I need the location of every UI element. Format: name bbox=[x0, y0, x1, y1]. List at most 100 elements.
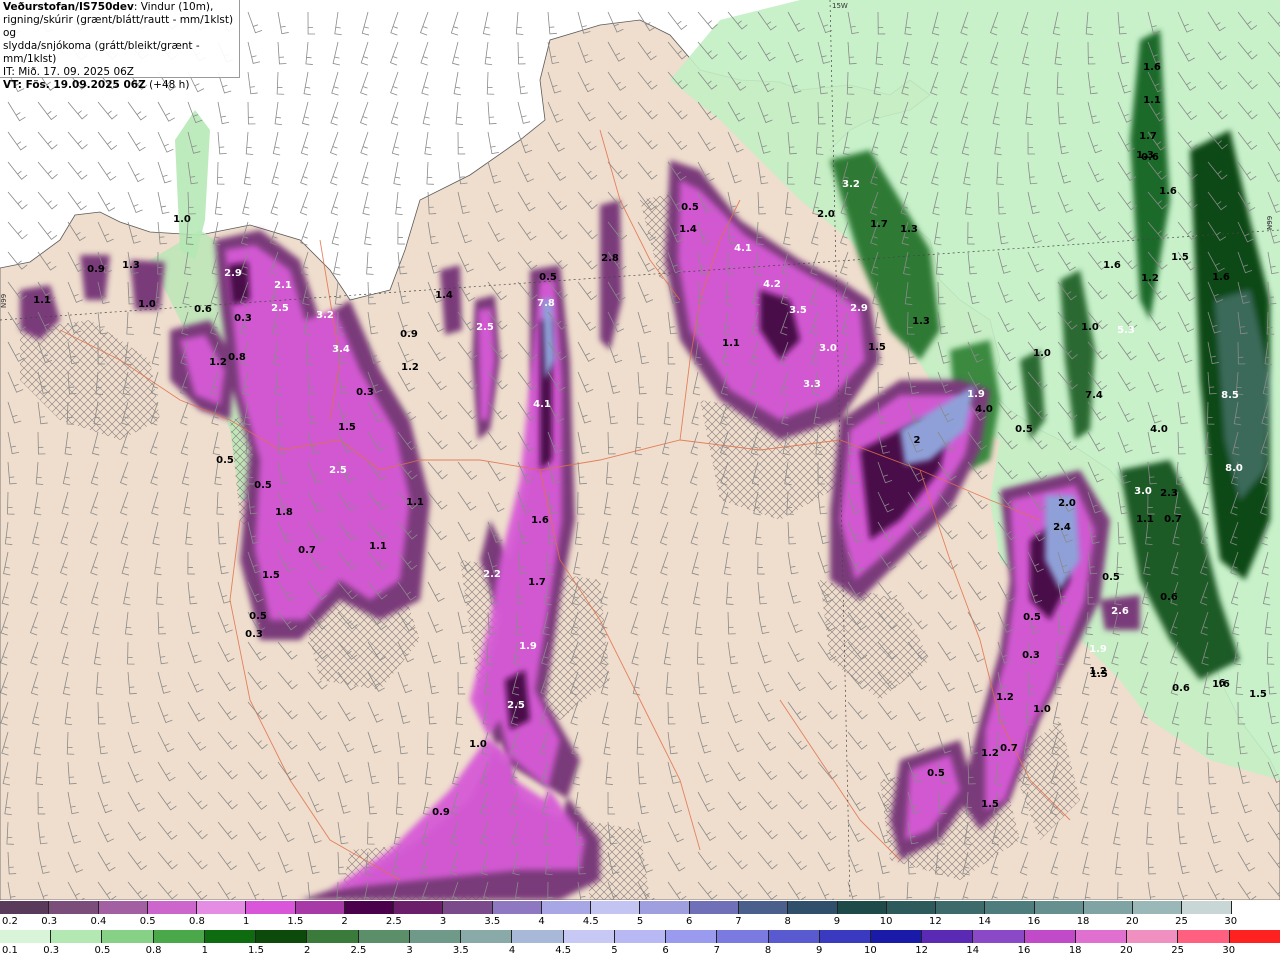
contour-value: 1.1 bbox=[369, 541, 387, 552]
map-description-2: rigning/skúrir (grænt/blátt/rautt - mm/1… bbox=[3, 14, 234, 39]
legend-label: 0.5 bbox=[94, 945, 111, 956]
contour-value: 1.1 bbox=[722, 338, 740, 349]
legend-swatch bbox=[409, 930, 462, 943]
contour-value: 0.9 bbox=[432, 807, 450, 818]
contour-value: 1.5 bbox=[338, 422, 356, 433]
legend-label: 0.8 bbox=[145, 945, 162, 956]
legend-swatch bbox=[591, 901, 641, 914]
legend-label: 1.5 bbox=[287, 916, 304, 927]
legend-swatch bbox=[492, 901, 542, 914]
legend-snow-colorbar bbox=[0, 901, 1280, 914]
contour-value: 0.3 bbox=[234, 313, 252, 324]
legend-swatch bbox=[563, 930, 615, 943]
contour-value: 3.2 bbox=[316, 310, 334, 321]
legend-label: 25 bbox=[1175, 916, 1188, 927]
legend-swatch bbox=[512, 930, 564, 943]
legend-label: 2.5 bbox=[350, 945, 367, 956]
contour-value: 4.2 bbox=[763, 279, 781, 290]
legend-swatch bbox=[1127, 930, 1179, 943]
weather-map: 15W N99 N99 1.0 0.9 1.3 1.1 1.0 0.6 0.3 2.9 2.1 2… bbox=[0, 0, 1280, 900]
contour-value: 0.6 bbox=[1172, 683, 1190, 694]
contour-value: 3.0 bbox=[819, 343, 837, 354]
legend-label: 12 bbox=[915, 945, 928, 956]
contour-value: 1.2 bbox=[1141, 273, 1159, 284]
contour-value: 1.1 bbox=[33, 295, 51, 306]
legend-rain-colorbar bbox=[0, 930, 1280, 943]
contour-value: 1.6 bbox=[1143, 62, 1161, 73]
contour-value: 1.4 bbox=[435, 290, 453, 301]
contour-value: 0.9 bbox=[400, 329, 418, 340]
contour-value: 8.5 bbox=[1221, 390, 1239, 401]
contour-value: 0.7 bbox=[1164, 514, 1182, 525]
contour-value: 2.1 bbox=[274, 280, 292, 291]
contour-value: 1.5 bbox=[981, 799, 999, 810]
contour-value: 0.6 bbox=[1160, 592, 1178, 603]
legend-label: 2 bbox=[304, 945, 311, 956]
legend-swatch bbox=[246, 901, 296, 914]
contour-value: 1.2 bbox=[996, 692, 1014, 703]
map-info-box: Veðurstofan/IS750dev: Vindur (10m), rign… bbox=[0, 0, 240, 91]
contour-value: 1.6 bbox=[531, 515, 549, 526]
contour-value: 1.5 bbox=[868, 342, 886, 353]
contour-value: 3.5 bbox=[789, 305, 807, 316]
legend-label: 3 bbox=[406, 945, 413, 956]
contour-value: 4.1 bbox=[734, 243, 752, 254]
contour-value: 3.2 bbox=[842, 179, 860, 190]
contour-value: 0.3 bbox=[356, 387, 374, 398]
legend-swatch bbox=[738, 901, 789, 914]
contour-value: 3.0 bbox=[1134, 486, 1152, 497]
contour-value: 3.4 bbox=[332, 344, 350, 355]
legend-label: 10 bbox=[864, 945, 877, 956]
contour-value: 7.4 bbox=[1085, 390, 1103, 401]
contour-value: 1.0 bbox=[469, 739, 487, 750]
legend-swatch bbox=[1075, 930, 1128, 943]
legend-label: 16 bbox=[1017, 945, 1031, 956]
contour-value: 1.5 bbox=[262, 570, 280, 581]
legend-label: 6 bbox=[686, 916, 693, 927]
contour-value: 2.0 bbox=[1058, 498, 1076, 509]
contour-value: 4.0 bbox=[1150, 424, 1168, 435]
map-title: Veðurstofan/IS750dev bbox=[3, 1, 134, 13]
legend-label: 7 bbox=[735, 916, 742, 927]
legend-label: 25 bbox=[1171, 945, 1184, 956]
legend-swatch bbox=[197, 901, 247, 914]
contour-value: 2.6 bbox=[1111, 606, 1129, 617]
legend-label: 0.4 bbox=[90, 916, 107, 927]
legend-swatch bbox=[1034, 901, 1084, 914]
legend-swatch bbox=[689, 901, 739, 914]
legend-label: 0.3 bbox=[41, 916, 58, 927]
contour-value: 0.5 bbox=[249, 611, 267, 622]
contour-value: 0.5 bbox=[1102, 572, 1120, 583]
legend-label: 8 bbox=[784, 916, 791, 927]
legend-swatch bbox=[1083, 901, 1134, 914]
contour-value: 1.0 bbox=[1081, 322, 1099, 333]
map-description-3: slydda/snjókoma (grátt/bleikt/grænt - mm… bbox=[3, 40, 200, 65]
legend-swatch bbox=[295, 901, 345, 914]
contour-value: 1.2 bbox=[1089, 666, 1107, 677]
contour-value: 2 bbox=[914, 435, 921, 446]
contour-value: 0.3 bbox=[245, 629, 263, 640]
contour-value: 7.8 bbox=[537, 298, 555, 309]
legend-swatch bbox=[837, 901, 887, 914]
contour-value: 1.9 bbox=[967, 389, 985, 400]
contour-value: 2.5 bbox=[329, 465, 347, 476]
legend-swatch bbox=[1229, 930, 1280, 943]
contour-value: 1.4 bbox=[679, 224, 697, 235]
legend-swatch bbox=[153, 930, 205, 943]
contour-value: 0.5 bbox=[681, 202, 699, 213]
legend-swatch bbox=[666, 930, 718, 943]
contour-value: 0.5 bbox=[254, 480, 272, 491]
legend-label: 30 bbox=[1224, 916, 1238, 927]
contour-value: 2.5 bbox=[507, 700, 525, 711]
contour-value: 0.9 bbox=[87, 264, 105, 275]
legend-label: 4 bbox=[508, 945, 516, 956]
contour-value: 1.6 bbox=[1212, 272, 1230, 283]
contour-value: 1.0 bbox=[138, 299, 156, 310]
legend-label: 20 bbox=[1120, 945, 1133, 956]
legend-swatch bbox=[49, 901, 99, 914]
legend-label: 20 bbox=[1125, 916, 1139, 927]
contour-value: 1.2 bbox=[981, 748, 999, 759]
contour-value: 0.5 bbox=[1023, 612, 1041, 623]
legend-label: 0.8 bbox=[188, 916, 205, 927]
legend-swatch bbox=[1024, 930, 1076, 943]
